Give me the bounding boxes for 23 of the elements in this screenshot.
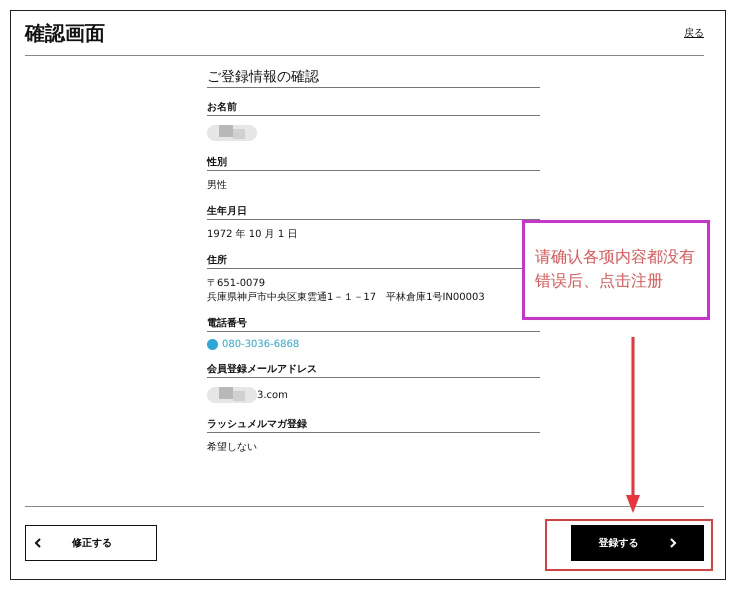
back-link[interactable]: 戻る: [684, 26, 704, 40]
field-label: 住所: [207, 255, 227, 266]
chevron-left-icon: [34, 537, 42, 549]
field-value: 〒651-0079: [207, 277, 266, 290]
field-value: 1972 年 10 月 1 日: [207, 228, 298, 241]
field-label: ラッシュメルマガ登録: [207, 419, 307, 430]
chevron-right-icon: [668, 537, 676, 549]
edit-button[interactable]: 修正する: [25, 525, 157, 561]
field-label: 会員登録メールアドレス: [207, 364, 317, 375]
blurred-text: [207, 123, 257, 143]
register-button[interactable]: 登録する: [571, 525, 704, 561]
field-label: 性別: [207, 157, 227, 168]
section-title: ご登録情報の確認: [207, 68, 540, 88]
field-value: 3.com: [257, 390, 288, 400]
field-value: 男性: [207, 178, 228, 192]
field-label: 電話番号: [207, 318, 247, 329]
blurred-text: [207, 385, 257, 405]
page-title: 確認画面: [25, 20, 105, 46]
field-value: 兵庫県神戸市中央区東雲通1－１－17 平林倉庫1号IN00003: [207, 290, 486, 304]
field-label: お名前: [207, 102, 237, 113]
field-label: 生年月日: [207, 206, 247, 217]
annotation-note: 请确认各项内容都没有错误后、点击注册: [522, 220, 710, 320]
field-value: 希望しない: [207, 440, 258, 454]
